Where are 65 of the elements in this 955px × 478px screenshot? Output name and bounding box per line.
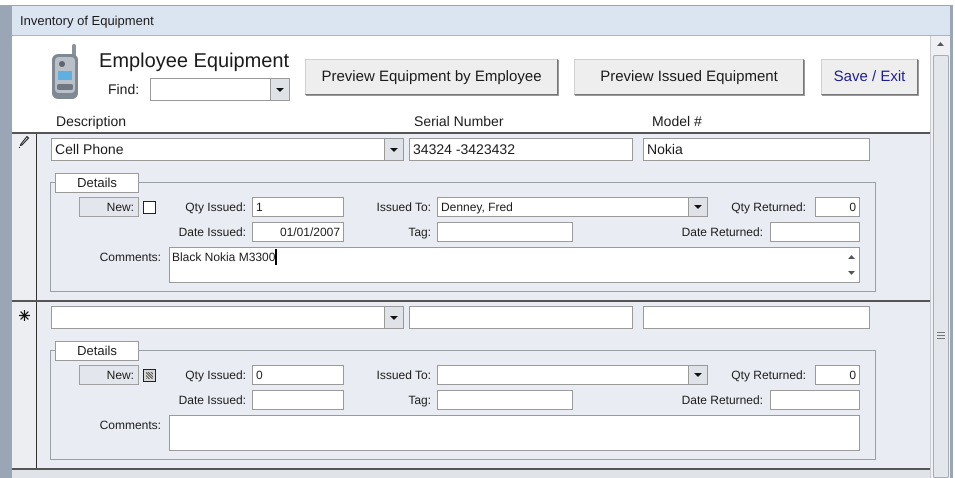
dropdown-button[interactable] xyxy=(688,198,707,216)
caret-icon xyxy=(694,373,702,377)
qty-returned-field[interactable]: 0 xyxy=(815,365,860,385)
issued-to-combo[interactable]: Denney, Fred xyxy=(437,197,708,217)
phone-icon xyxy=(50,44,80,100)
date-issued-field[interactable]: 01/01/2007 xyxy=(252,222,344,242)
caret-icon xyxy=(390,148,398,152)
tag-field[interactable] xyxy=(437,390,573,410)
preview-button[interactable]: Preview Equipment by Employee xyxy=(305,59,558,95)
scrollbar[interactable] xyxy=(930,36,950,478)
scroll-up-icon[interactable] xyxy=(848,255,854,259)
save-exit-button[interactable]: Save / Exit xyxy=(821,59,918,95)
form-title: Employee Equipment xyxy=(99,49,290,73)
field-label: Date Returned: xyxy=(680,224,763,241)
field-label: Qty Issued: xyxy=(184,367,246,384)
dropdown-button[interactable] xyxy=(270,79,289,100)
field-label: Qty Issued: xyxy=(184,199,246,216)
date-issued-field[interactable] xyxy=(252,390,344,410)
column-header: Model # xyxy=(652,112,703,131)
description-combo[interactable]: Cell Phone xyxy=(51,138,404,161)
dropdown-button[interactable] xyxy=(384,307,403,328)
field-label: Date Returned: xyxy=(680,392,763,409)
qty-issued-field[interactable]: 0 xyxy=(252,365,344,385)
model-field[interactable] xyxy=(643,306,870,329)
scrollbar-thumb[interactable] xyxy=(932,55,948,478)
window-title: Inventory of Equipment xyxy=(20,12,154,30)
caret-icon xyxy=(276,88,284,92)
field-label: Issued To: xyxy=(376,367,431,384)
comments-field[interactable] xyxy=(169,415,860,451)
caret-icon xyxy=(694,205,702,209)
comments-field[interactable]: Black Nokia M3300 xyxy=(169,247,860,283)
field-label: Qty Returned: xyxy=(730,199,806,216)
serial-number-field[interactable]: 34324 -3423432 xyxy=(409,138,633,161)
details-tab[interactable]: Details xyxy=(55,341,139,361)
preview-button[interactable]: Preview Issued Equipment xyxy=(574,59,804,95)
date-returned-field[interactable] xyxy=(770,390,860,410)
scroll-down-icon[interactable] xyxy=(848,271,854,275)
qty-returned-field[interactable]: 0 xyxy=(815,197,860,217)
field-label: Date Issued: xyxy=(178,224,246,241)
new-checkbox[interactable] xyxy=(143,368,156,382)
column-header: Serial Number xyxy=(414,112,504,131)
model-field[interactable]: Nokia xyxy=(643,138,870,161)
scroll-up-icon[interactable] xyxy=(937,42,944,46)
qty-issued-field[interactable]: 1 xyxy=(252,197,344,217)
field-label: Comments: xyxy=(98,249,161,266)
details-tab[interactable]: Details xyxy=(55,173,139,193)
field-label: Comments: xyxy=(98,417,161,434)
text-cursor xyxy=(275,249,278,265)
dropdown-button[interactable] xyxy=(384,139,403,160)
field-label: Tag: xyxy=(407,224,431,241)
date-returned-field[interactable] xyxy=(770,222,860,242)
find-label: Find: xyxy=(108,80,140,99)
dropdown-button[interactable] xyxy=(688,366,707,384)
new-label: New: xyxy=(79,365,139,385)
new-label: New: xyxy=(79,197,139,217)
column-header: Description xyxy=(56,112,128,131)
new-checkbox[interactable] xyxy=(143,200,156,214)
field-label: Qty Returned: xyxy=(730,367,806,384)
serial-number-field[interactable] xyxy=(409,306,633,329)
tag-field[interactable] xyxy=(437,222,573,242)
field-label: Tag: xyxy=(407,392,431,409)
field-label: Issued To: xyxy=(376,199,431,216)
gripper-icon xyxy=(936,332,944,339)
caret-icon xyxy=(390,316,398,320)
field-label: Date Issued: xyxy=(178,392,246,409)
